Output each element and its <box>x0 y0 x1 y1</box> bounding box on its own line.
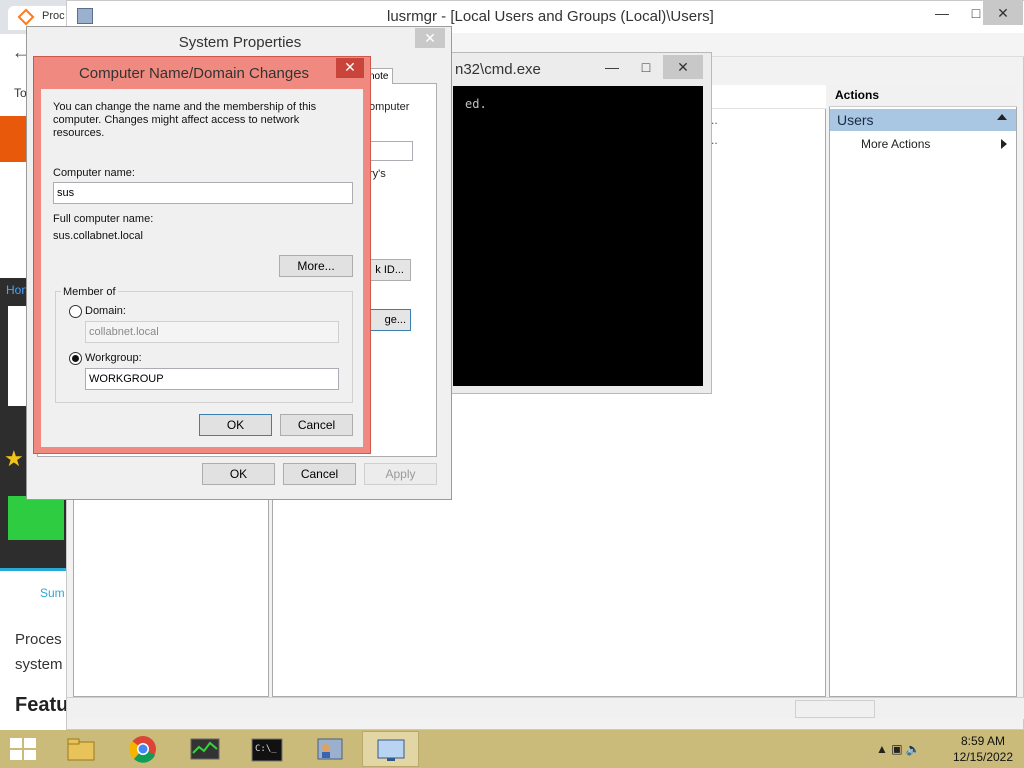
change-button[interactable]: ge... <box>369 309 411 331</box>
clock-date[interactable]: 12/15/2022 <box>944 750 1022 764</box>
more-actions-item[interactable]: More Actions <box>861 137 930 151</box>
ok-button[interactable]: OK <box>199 414 272 436</box>
users-manager-icon[interactable] <box>300 731 357 767</box>
clock-time[interactable]: 8:59 AM <box>944 734 1022 748</box>
cmd-icon[interactable]: C:\_ <box>238 731 295 767</box>
history-text: ry's <box>369 168 386 180</box>
computer-description-text: omputer <box>369 101 410 113</box>
home-link[interactable]: Hon <box>6 283 28 297</box>
minimize-icon[interactable]: — <box>925 1 959 25</box>
domain-radio[interactable] <box>69 305 82 318</box>
svg-text:C:\_: C:\_ <box>255 744 277 754</box>
domain-label: Domain: <box>85 305 126 317</box>
close-icon[interactable]: ✕ <box>663 55 703 79</box>
site-card <box>8 306 28 406</box>
status-segment <box>795 700 875 718</box>
system-properties-title: System Properties <box>178 34 302 51</box>
mmc-app-icon <box>77 8 93 24</box>
collapse-arrow-icon[interactable] <box>997 114 1007 120</box>
computer-name-label: Computer name: <box>53 167 135 179</box>
body-text-line-2: system <box>15 656 63 673</box>
member-of-label: Member of <box>61 286 118 298</box>
chrome-icon[interactable] <box>114 731 171 767</box>
tray-icons[interactable]: ▲ ▣ 🔈 <box>876 742 921 756</box>
browser-tab-label: Proc <box>42 10 65 22</box>
minimize-icon[interactable]: — <box>595 55 629 79</box>
workgroup-field[interactable]: WORKGROUP <box>85 368 339 390</box>
maximize-icon[interactable]: □ <box>629 55 663 79</box>
computer-name-field[interactable]: sus <box>53 182 353 204</box>
network-id-button[interactable]: k ID... <box>369 259 411 281</box>
browser-side-text: To <box>14 86 27 100</box>
actions-users-label: Users <box>837 112 874 128</box>
computer-name-dialog-body: You can change the name and the membersh… <box>41 89 363 447</box>
submenu-arrow-icon <box>1001 139 1007 149</box>
domain-field[interactable]: collabnet.local <box>85 321 339 343</box>
cmd-window: n32\cmd.exe — □ ✕ ed. <box>440 52 712 394</box>
cancel-button[interactable]: Cancel <box>283 463 356 485</box>
actions-header: Actions <box>829 85 1017 107</box>
features-heading: Featu <box>15 694 69 716</box>
computer-description-field[interactable] <box>369 141 413 161</box>
dialog-description: You can change the name and the membersh… <box>53 101 317 139</box>
system-properties-icon[interactable] <box>362 731 419 767</box>
status-bar <box>67 697 1024 719</box>
full-name-value: sus.collabnet.local <box>53 230 143 242</box>
file-explorer-icon[interactable] <box>52 731 109 767</box>
computer-name-dialog-title: Computer Name/Domain Changes <box>78 65 310 82</box>
section-divider <box>0 568 66 571</box>
actions-pane <box>829 85 1017 697</box>
list-item-ellipsis: .. <box>711 133 718 147</box>
more-button[interactable]: More... <box>279 255 353 277</box>
cmd-title: n32\cmd.exe <box>455 61 541 78</box>
console-text: ed. <box>465 97 487 111</box>
close-icon[interactable]: ✕ <box>415 28 445 48</box>
console-output[interactable]: ed. <box>453 86 703 386</box>
workgroup-radio[interactable] <box>69 352 82 365</box>
full-name-label: Full computer name: <box>53 213 154 225</box>
star-icon: ★ <box>4 446 24 471</box>
ok-button[interactable]: OK <box>202 463 275 485</box>
actions-users-section[interactable]: Users <box>830 109 1016 131</box>
list-item-ellipsis: .. <box>711 113 718 127</box>
workgroup-label: Workgroup: <box>85 352 142 364</box>
lusrmgr-title: lusrmgr - [Local Users and Groups (Local… <box>387 8 714 25</box>
download-button[interactable] <box>8 496 64 540</box>
computer-name-dialog: Computer Name/Domain Changes ✕ You can c… <box>33 56 371 454</box>
close-icon[interactable]: ✕ <box>983 1 1023 25</box>
apply-button[interactable]: Apply <box>364 463 437 485</box>
task-manager-icon[interactable] <box>176 731 233 767</box>
close-icon[interactable]: ✕ <box>336 58 364 78</box>
windows-start-icon[interactable] <box>10 738 38 760</box>
taskbar: C:\_ ▲ ▣ 🔈 8:59 AM 12/15/2022 <box>0 730 1024 768</box>
body-text-line-1: Proces <box>15 631 62 648</box>
summary-link[interactable]: Sum <box>40 586 65 600</box>
cancel-button[interactable]: Cancel <box>280 414 353 436</box>
